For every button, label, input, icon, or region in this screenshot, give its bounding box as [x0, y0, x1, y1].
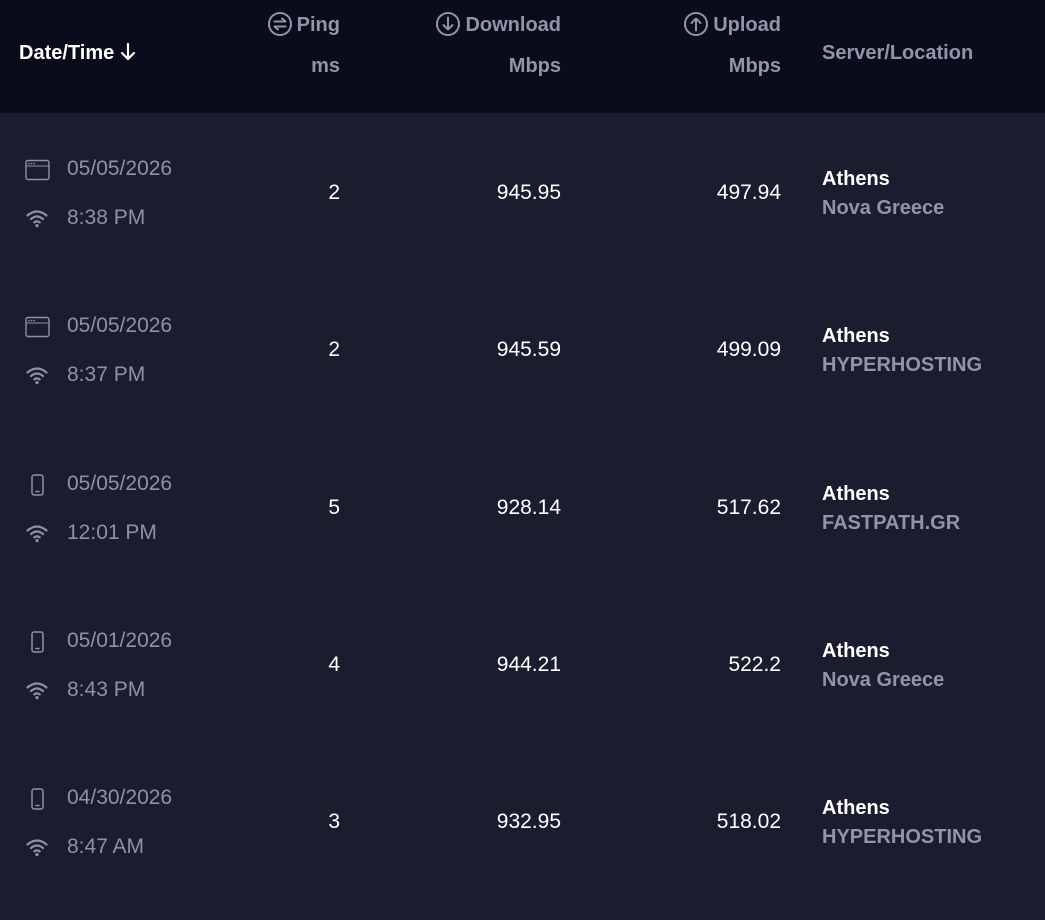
- row-date: 05/01/2026: [67, 629, 173, 652]
- row-server-city: Athens: [822, 168, 890, 190]
- upload-column-header[interactable]: Upload Mbps: [683, 11, 781, 78]
- download-icon: [435, 11, 461, 37]
- mobile-phone-icon: [25, 631, 50, 653]
- row-ping: 2: [328, 181, 340, 204]
- row-upload: 499.09: [716, 338, 781, 361]
- table-row[interactable]: 04/30/2026 8:47 AM 3 932.95 518.02 Athen…: [0, 753, 1045, 910]
- wifi-icon: [25, 208, 49, 228]
- desktop-app-icon: [25, 316, 50, 338]
- wifi-icon: [25, 365, 49, 385]
- row-download: 945.59: [496, 338, 561, 361]
- row-time: 8:43 PM: [67, 678, 146, 701]
- row-date: 04/30/2026: [67, 786, 173, 809]
- table-row[interactable]: 05/05/2026 8:38 PM 2 945.95 497.94 Athen…: [0, 124, 1045, 281]
- row-date: 05/05/2026: [67, 157, 173, 180]
- row-download: 945.95: [496, 181, 561, 204]
- ping-header-label: Ping: [296, 14, 340, 36]
- server-location-column-header[interactable]: Server/Location: [822, 41, 973, 65]
- row-date: 05/05/2026: [67, 314, 173, 337]
- ping-icon: [267, 11, 293, 37]
- table-row[interactable]: 05/05/2026 8:37 PM 2 945.59 499.09 Athen…: [0, 281, 1045, 438]
- sort-descending-icon: [120, 42, 136, 68]
- row-server-city: Athens: [822, 325, 890, 347]
- date-time-column-header[interactable]: Date/Time: [19, 41, 136, 68]
- row-download: 944.21: [496, 653, 561, 676]
- row-download: 928.14: [496, 496, 561, 519]
- row-upload: 517.62: [716, 496, 781, 519]
- date-time-header-label: Date/Time: [19, 42, 115, 64]
- row-server-city: Athens: [822, 640, 890, 662]
- upload-unit-label: Mbps: [728, 55, 781, 77]
- server-location-header-label: Server/Location: [822, 42, 974, 64]
- row-time: 12:01 PM: [67, 521, 157, 544]
- wifi-icon: [25, 837, 49, 857]
- row-time: 8:38 PM: [67, 206, 146, 229]
- desktop-app-icon: [25, 159, 50, 181]
- row-ping: 4: [328, 653, 340, 676]
- row-time: 8:47 AM: [67, 835, 145, 858]
- row-upload: 522.2: [728, 653, 781, 676]
- results-table: Date/Time Ping ms Download Mbps Upload M…: [0, 0, 1045, 920]
- row-server-provider: Nova Greece: [822, 669, 945, 691]
- mobile-phone-icon: [25, 474, 50, 496]
- row-download: 932.95: [496, 810, 561, 833]
- row-server-city: Athens: [822, 797, 890, 819]
- download-header-label: Download: [465, 14, 561, 36]
- row-server-provider: HYPERHOSTING: [822, 826, 983, 848]
- row-time: 8:37 PM: [67, 363, 146, 386]
- row-server-provider: FASTPATH.GR: [822, 512, 961, 534]
- row-upload: 518.02: [716, 810, 781, 833]
- row-ping: 3: [328, 810, 340, 833]
- row-date: 05/05/2026: [67, 472, 173, 495]
- table-row[interactable]: 05/05/2026 12:01 PM 5 928.14 517.62 Athe…: [0, 439, 1045, 596]
- row-ping: 2: [328, 338, 340, 361]
- table-row[interactable]: 05/01/2026 8:43 PM 4 944.21 522.2 Athens…: [0, 596, 1045, 753]
- row-server-provider: Nova Greece: [822, 197, 945, 219]
- row-server-city: Athens: [822, 483, 890, 505]
- row-server-provider: HYPERHOSTING: [822, 354, 983, 376]
- mobile-phone-icon: [25, 788, 50, 810]
- upload-header-label: Upload: [713, 14, 781, 36]
- row-upload: 497.94: [716, 181, 781, 204]
- table-header: Date/Time Ping ms Download Mbps Upload M…: [0, 0, 1045, 113]
- download-column-header[interactable]: Download Mbps: [435, 11, 561, 78]
- wifi-icon: [25, 523, 49, 543]
- ping-unit-label: ms: [311, 55, 340, 77]
- row-ping: 5: [328, 496, 340, 519]
- download-unit-label: Mbps: [508, 55, 561, 77]
- wifi-icon: [25, 680, 49, 700]
- ping-column-header[interactable]: Ping ms: [267, 11, 340, 78]
- upload-icon: [683, 11, 709, 37]
